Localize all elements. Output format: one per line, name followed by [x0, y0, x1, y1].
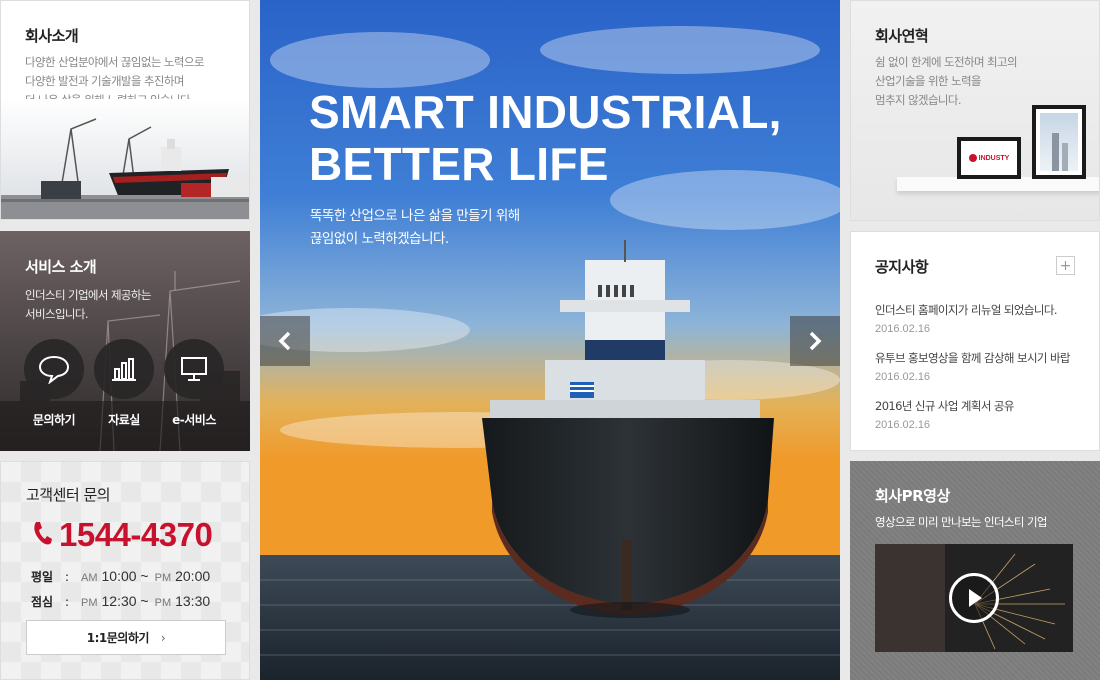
- service-e-service-button[interactable]: e-서비스: [163, 339, 225, 428]
- history-description: 쉼 없이 한계에 도전하며 최고의 산업기술을 위한 노력을 멈추지 않겠습니다…: [875, 55, 1018, 107]
- service-inquiry-label: 문의하기: [32, 413, 76, 427]
- pr-video-thumbnail[interactable]: [875, 544, 1073, 652]
- company-history-panel[interactable]: 회사연혁 쉼 없이 한계에 도전하며 최고의 산업기술을 위한 노력을 멈추지 …: [850, 0, 1100, 221]
- service-inquiry-button[interactable]: 문의하기: [23, 339, 85, 428]
- slider-prev-button[interactable]: [260, 316, 310, 366]
- notice-item[interactable]: 인더스티 홈페이지가 리뉴얼 되었습니다. 2016.02.16: [875, 302, 1090, 335]
- chevron-right-icon: [809, 331, 822, 351]
- notice-panel: 공지사항 + 인더스티 홈페이지가 리뉴얼 되었습니다. 2016.02.16 …: [850, 231, 1100, 451]
- slider-next-button[interactable]: [790, 316, 840, 366]
- cs-title: 고객센터 문의: [26, 486, 111, 504]
- hero-banner: SMART INDUSTRIAL, BETTER LIFE 똑똑한 산업으로 나…: [260, 0, 840, 680]
- play-icon: [949, 573, 999, 623]
- cs-phone[interactable]: 1544-4370: [31, 516, 213, 554]
- notice-item[interactable]: 2016년 신규 사업 계획서 공유 2016.02.16: [875, 398, 1090, 431]
- chevron-right-icon: ›: [160, 630, 166, 645]
- industy-logo-icon: [968, 154, 977, 162]
- shelf-shadow: [897, 177, 1099, 191]
- service-archive-label: 자료실: [108, 413, 140, 427]
- notice-item[interactable]: 유투브 홍보영상을 함께 감상해 보시기 바랍 2016.02.16: [875, 350, 1090, 383]
- building-photo-frame: [1032, 105, 1086, 179]
- intro-title: 회사소개: [25, 27, 79, 45]
- pr-description: 영상으로 미리 만나보는 인더스티 기업: [875, 515, 1048, 529]
- chat-bubble-icon: [24, 339, 84, 399]
- hours-lunch: 점심 : PM 12:30 ~ PM 13:30: [31, 593, 211, 609]
- monitor-icon: [164, 339, 224, 399]
- service-archive-button[interactable]: 자료실: [93, 339, 155, 428]
- pr-video-panel: 회사PR영상 영상으로 미리 만나보는 인더스티 기업: [850, 461, 1100, 680]
- hero-title: SMART INDUSTRIAL, BETTER LIFE: [309, 86, 782, 190]
- chevron-left-icon: [278, 331, 291, 351]
- customer-center-panel: 고객센터 문의 1544-4370 평일 : AM 10:00 ~ PM 20:…: [0, 461, 250, 680]
- company-intro-panel[interactable]: 회사소개 다양한 산업분야에서 끊임없는 노력으로 다양한 발전과 기술개발을 …: [0, 0, 250, 220]
- one-to-one-inquiry-button[interactable]: 1:1문의하기 ›: [26, 620, 226, 655]
- logo-frame: INDUSTY: [957, 137, 1021, 179]
- phone-icon: [31, 520, 53, 550]
- hours-weekday: 평일 : AM 10:00 ~ PM 20:00: [31, 568, 211, 584]
- services-title: 서비스 소개: [25, 258, 97, 276]
- phone-number: 1544-4370: [59, 516, 213, 553]
- pr-title: 회사PR영상: [875, 487, 950, 505]
- notice-more-button[interactable]: +: [1056, 256, 1075, 275]
- services-description: 인더스티 기업에서 제공하는 서비스입니다.: [25, 288, 151, 321]
- notice-title: 공지사항: [875, 258, 929, 276]
- port-ship-image: [1, 99, 249, 219]
- services-panel: 서비스 소개 인더스티 기업에서 제공하는 서비스입니다. 문의하기 자료실 e…: [0, 231, 250, 451]
- service-e-service-label: e-서비스: [172, 413, 216, 427]
- hero-subtitle: 똑똑한 산업으로 나은 삶을 만들기 위해 끊임없이 노력하겠습니다.: [310, 208, 520, 247]
- bar-chart-icon: [94, 339, 154, 399]
- history-title: 회사연혁: [875, 27, 929, 45]
